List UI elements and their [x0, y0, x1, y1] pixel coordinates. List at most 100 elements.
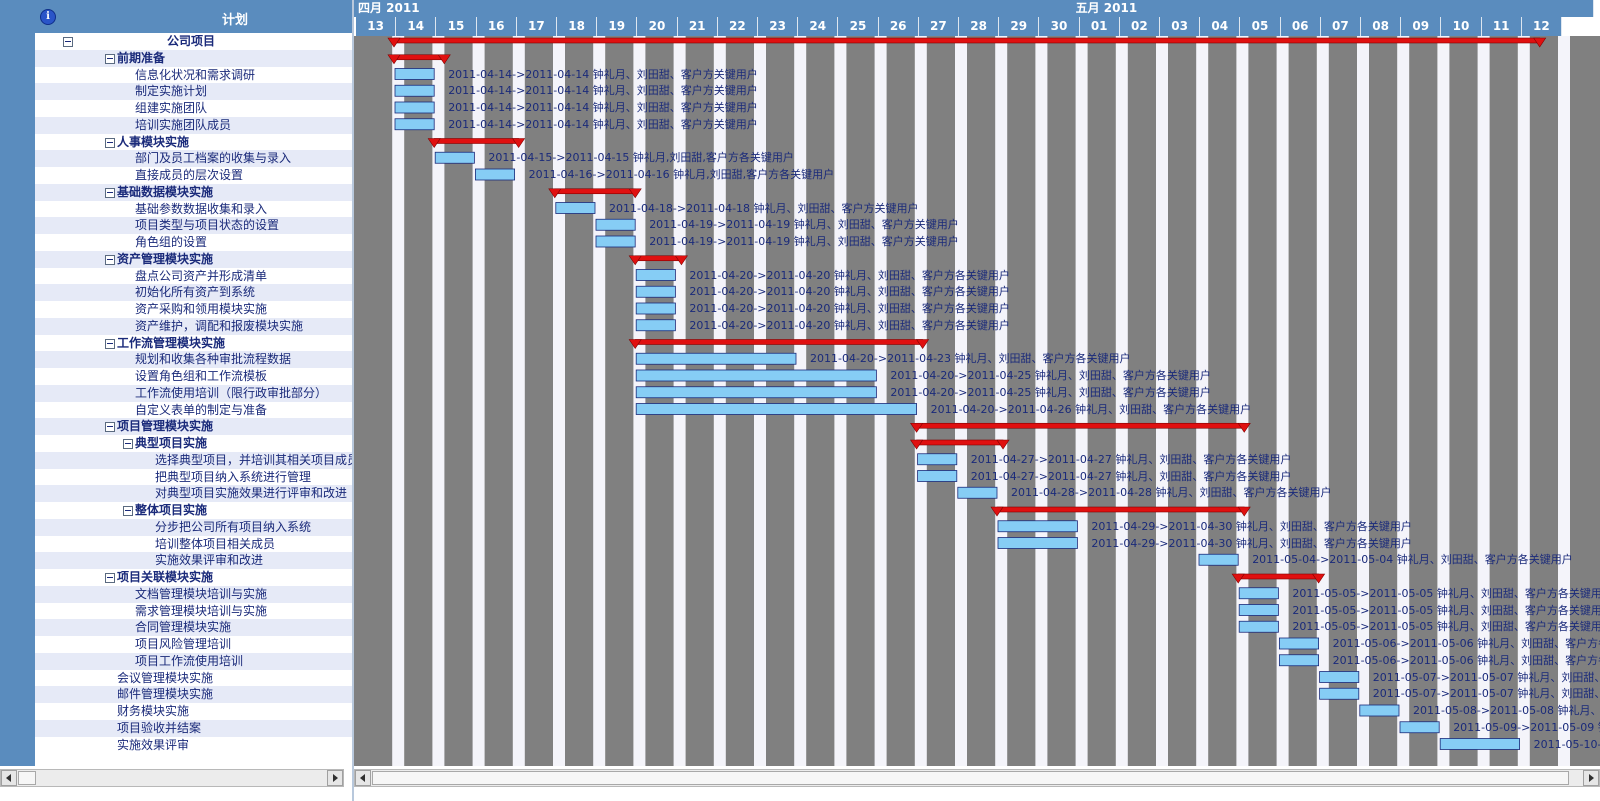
- task-name: 基础数据模块实施: [117, 184, 214, 199]
- day-header: 06: [1280, 17, 1321, 36]
- tree-task-row[interactable]: 财务模块实施: [35, 703, 352, 720]
- gantt-scroll-left-button[interactable]: [355, 770, 371, 786]
- tree-task-row[interactable]: 资产维护，调配和报废模块实施: [35, 317, 352, 335]
- task-bar: [917, 470, 958, 482]
- collapse-toggle-icon[interactable]: [105, 187, 115, 198]
- tree-task-row[interactable]: 项目类型与项目状态的设置: [35, 217, 352, 235]
- collapse-toggle-icon[interactable]: [105, 254, 115, 265]
- tree-task-row[interactable]: 需求管理模块培训与实施: [35, 602, 352, 620]
- tree-task-row[interactable]: 对典型项目实施效果进行评审和改进: [35, 485, 352, 503]
- tree-task-row[interactable]: 部门及员工档案的收集与录入: [35, 150, 352, 168]
- task-bar-label: 2011-05-05->2011-05-05 钟礼月、刘田甜、客户方各关键用户: [1292, 586, 1600, 600]
- scroll-thumb[interactable]: [18, 771, 36, 785]
- month-header: 五月 2011: [1071, 0, 1594, 17]
- task-bar: [957, 486, 998, 499]
- day-gap: [754, 36, 766, 766]
- tree-hscrollbar[interactable]: [0, 769, 344, 787]
- tree-task-row[interactable]: 资产采购和领用模块实施: [35, 301, 352, 318]
- task-bar: [1319, 671, 1360, 683]
- gantt-scroll-right-button[interactable]: [1583, 770, 1599, 786]
- task-bar: [1359, 704, 1400, 717]
- tree-task-row[interactable]: 项目验收并结案: [35, 719, 352, 737]
- summary-bar: [916, 422, 1245, 429]
- task-name: 工作流使用培训（限行政审批部分）: [135, 385, 328, 400]
- tree-task-row[interactable]: 制定实施计划: [35, 83, 352, 101]
- tree-task-row[interactable]: 自定义表单的制定与准备: [35, 401, 352, 419]
- collapse-toggle-icon[interactable]: [105, 338, 115, 349]
- task-bar: [997, 520, 1078, 533]
- tree-group-row[interactable]: 人事模块实施: [35, 133, 352, 151]
- tree-task-row[interactable]: 工作流使用培训（限行政审批部分）: [35, 384, 352, 402]
- task-bar-label: 2011-04-20->2011-04-23 钟礼月、刘田甜、客户方各关键用户: [810, 352, 1131, 366]
- task-bar: [635, 319, 676, 332]
- task-bar: [1319, 687, 1360, 700]
- task-bar: [595, 218, 636, 231]
- task-bar: [635, 352, 797, 365]
- tree-task-row[interactable]: 实施效果评审和改进: [35, 552, 352, 570]
- gantt-scroll-thumb[interactable]: [372, 771, 1569, 785]
- tree-task-row[interactable]: 培训实施团队成员: [35, 116, 352, 134]
- collapse-toggle-icon[interactable]: [105, 53, 115, 64]
- tree-task-row[interactable]: 设置角色组和工作流模板: [35, 368, 352, 385]
- collapse-toggle-icon[interactable]: [105, 137, 115, 148]
- day-gap: [553, 36, 565, 766]
- tree-task-row[interactable]: 组建实施团队: [35, 100, 352, 117]
- tree-task-row[interactable]: 邮件管理模块实施: [35, 686, 352, 704]
- task-bar: [997, 537, 1078, 549]
- day-gap: [1236, 36, 1249, 766]
- gantt-hscrollbar[interactable]: [354, 769, 1600, 787]
- tree-group-row[interactable]: 公司项目: [35, 33, 352, 50]
- task-name: 实施效果评审和改进: [155, 553, 264, 568]
- tree-task-row[interactable]: 文档管理模块培训与实施: [35, 585, 352, 603]
- tree-task-row[interactable]: 基础参数数据收集和录入: [35, 200, 352, 218]
- tree-task-row[interactable]: 初始化所有资产到系统: [35, 284, 352, 302]
- collapse-toggle-icon[interactable]: [105, 573, 115, 583]
- tree-task-row[interactable]: 直接成员的层次设置: [35, 167, 352, 184]
- collapse-toggle-icon[interactable]: [63, 37, 73, 47]
- tree-task-row[interactable]: 信息化状况和需求调研: [35, 66, 352, 84]
- task-name: 设置角色组和工作流模板: [135, 369, 268, 383]
- collapse-toggle-icon[interactable]: [105, 422, 115, 433]
- day-header: 03: [1160, 17, 1201, 36]
- tree-group-row[interactable]: 项目关联模块实施: [35, 569, 352, 586]
- tree-task-row[interactable]: 会议管理模块实施: [35, 669, 352, 687]
- collapse-toggle-icon[interactable]: [123, 439, 133, 449]
- tree-task-row[interactable]: 规划和收集各种审批流程数据: [35, 351, 352, 369]
- tree-group-row[interactable]: 典型项目实施: [35, 435, 352, 452]
- task-name: 基础参数数据收集和录入: [135, 201, 268, 216]
- task-bar-label: 2011-05-07->2011-05-07 钟礼月、刘田甜、客户方各关键用户: [1372, 670, 1600, 684]
- task-bar: [1238, 587, 1279, 600]
- tree-task-row[interactable]: 把典型项目纳入系统进行管理: [35, 468, 352, 486]
- tree-task-row[interactable]: 项目风险管理培训: [35, 636, 352, 653]
- day-gap: [834, 36, 847, 766]
- collapse-toggle-icon[interactable]: [123, 506, 133, 516]
- day-header: 27: [918, 17, 959, 36]
- tree-group-row[interactable]: 整体项目实施: [35, 502, 352, 519]
- tree-task-row[interactable]: 项目工作流使用培训: [35, 652, 352, 670]
- tree-group-row[interactable]: 工作流管理模块实施: [35, 334, 352, 352]
- tree-task-row[interactable]: 合同管理模块实施: [35, 619, 352, 637]
- day-header: 01: [1079, 17, 1120, 36]
- scroll-right-button[interactable]: [327, 770, 343, 786]
- task-bar-label: 2011-04-19->2011-04-19 钟礼月、刘田甜、客户方关键用户: [649, 218, 959, 232]
- task-name: 组建实施团队: [135, 101, 208, 115]
- tree-task-row[interactable]: 角色组的设置: [35, 234, 352, 251]
- task-bar: [595, 235, 636, 248]
- tree-task-row[interactable]: 实施效果评审: [35, 736, 352, 754]
- tree-group-row[interactable]: 资产管理模块实施: [35, 250, 352, 268]
- task-name: 资产维护，调配和报废模块实施: [135, 318, 304, 333]
- task-name: 整体项目实施: [135, 503, 208, 517]
- tree-task-row[interactable]: 选择典型项目，并培训其相关项目成员使用: [35, 451, 352, 469]
- tree-group-row[interactable]: 项目管理模块实施: [35, 418, 352, 436]
- tree-task-row[interactable]: 分步把公司所有项目纳入系统: [35, 518, 352, 536]
- arrow-left-icon: [6, 774, 11, 782]
- info-icon[interactable]: i: [40, 9, 56, 25]
- task-bar: [1238, 620, 1279, 633]
- task-bar: [635, 269, 676, 281]
- task-name: 文档管理模块培训与实施: [135, 586, 268, 601]
- tree-group-row[interactable]: 基础数据模块实施: [35, 183, 352, 201]
- scroll-left-button[interactable]: [1, 770, 17, 786]
- tree-task-row[interactable]: 盘点公司资产并形成清单: [35, 267, 352, 285]
- tree-group-row[interactable]: 前期准备: [35, 49, 352, 67]
- tree-task-row[interactable]: 培训整体项目相关成员: [35, 535, 352, 553]
